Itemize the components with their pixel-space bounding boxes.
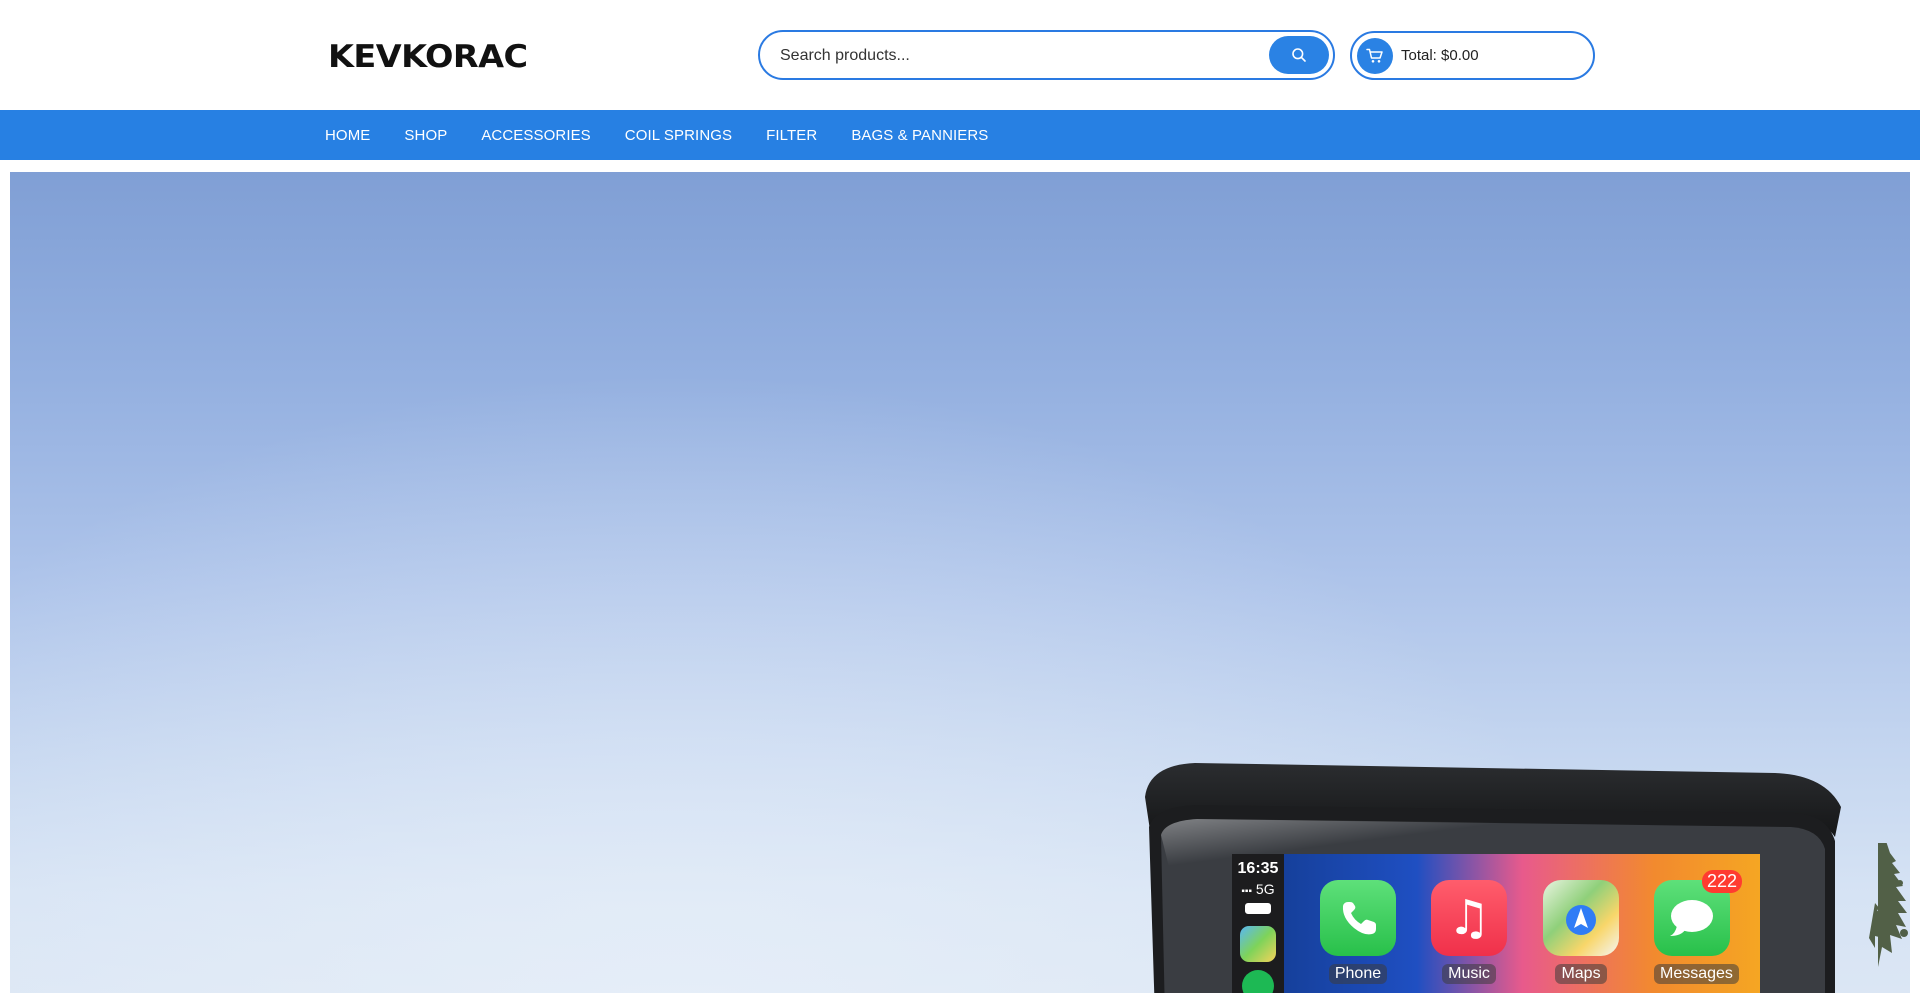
cart-button[interactable]: Total: $0.00 [1350, 31, 1595, 80]
phone-app-icon [1320, 880, 1396, 956]
network-label: 5G [1255, 881, 1275, 897]
app-music: ♫ Music [1431, 880, 1507, 984]
search-icon [1292, 48, 1306, 62]
nav-item-home[interactable]: HOME [325, 127, 370, 144]
sidebar-spotify-icon [1242, 970, 1274, 993]
main-nav: HOME SHOP ACCESSORIES COIL SPRINGS FILTE… [0, 110, 1920, 160]
maps-app-icon [1543, 880, 1619, 956]
sidebar-maps-icon [1240, 926, 1276, 962]
site-logo[interactable]: KEVKORAC [328, 39, 528, 75]
battery-icon [1245, 903, 1271, 914]
app-label-phone: Phone [1328, 964, 1388, 984]
carplay-screen: 16:35 ▪▪▪ 5G Phone ♫ Music Maps 222 Mess… [1232, 854, 1760, 993]
app-label-maps: Maps [1555, 964, 1607, 984]
app-phone: Phone [1320, 880, 1396, 984]
nav-item-accessories[interactable]: ACCESSORIES [481, 127, 590, 144]
site-header: KEVKORAC Total: $0.00 [0, 0, 1920, 110]
nav-list: HOME SHOP ACCESSORIES COIL SPRINGS FILTE… [325, 110, 1022, 160]
nav-item-shop[interactable]: SHOP [404, 127, 447, 144]
nav-item-coil-springs[interactable]: COIL SPRINGS [625, 127, 732, 144]
search-button[interactable] [1269, 36, 1329, 74]
nav-item-bags-panniers[interactable]: BAGS & PANNIERS [851, 127, 988, 144]
signal-icon: ▪▪▪ [1241, 886, 1253, 897]
messages-badge: 222 [1701, 870, 1742, 893]
search-bar [758, 30, 1335, 80]
music-app-icon: ♫ [1431, 880, 1507, 956]
nav-item-filter[interactable]: FILTER [766, 127, 817, 144]
app-label-music: Music [1442, 964, 1496, 984]
screen-time: 16:35 [1237, 860, 1279, 877]
app-label-messages: Messages [1654, 964, 1739, 984]
search-input[interactable] [780, 42, 1260, 70]
status-bar: 16:35 ▪▪▪ 5G [1232, 860, 1284, 993]
logo-text: KEVKORAC [328, 39, 528, 75]
cart-total: Total: $0.00 [1401, 47, 1479, 64]
app-messages: 222 Messages [1654, 870, 1742, 984]
hero-banner[interactable]: 16:35 ▪▪▪ 5G Phone ♫ Music Maps 222 Mess… [10, 172, 1910, 993]
app-maps: Maps [1543, 880, 1619, 984]
signal-indicator: ▪▪▪ 5G [1232, 881, 1284, 897]
cart-icon [1357, 37, 1393, 74]
